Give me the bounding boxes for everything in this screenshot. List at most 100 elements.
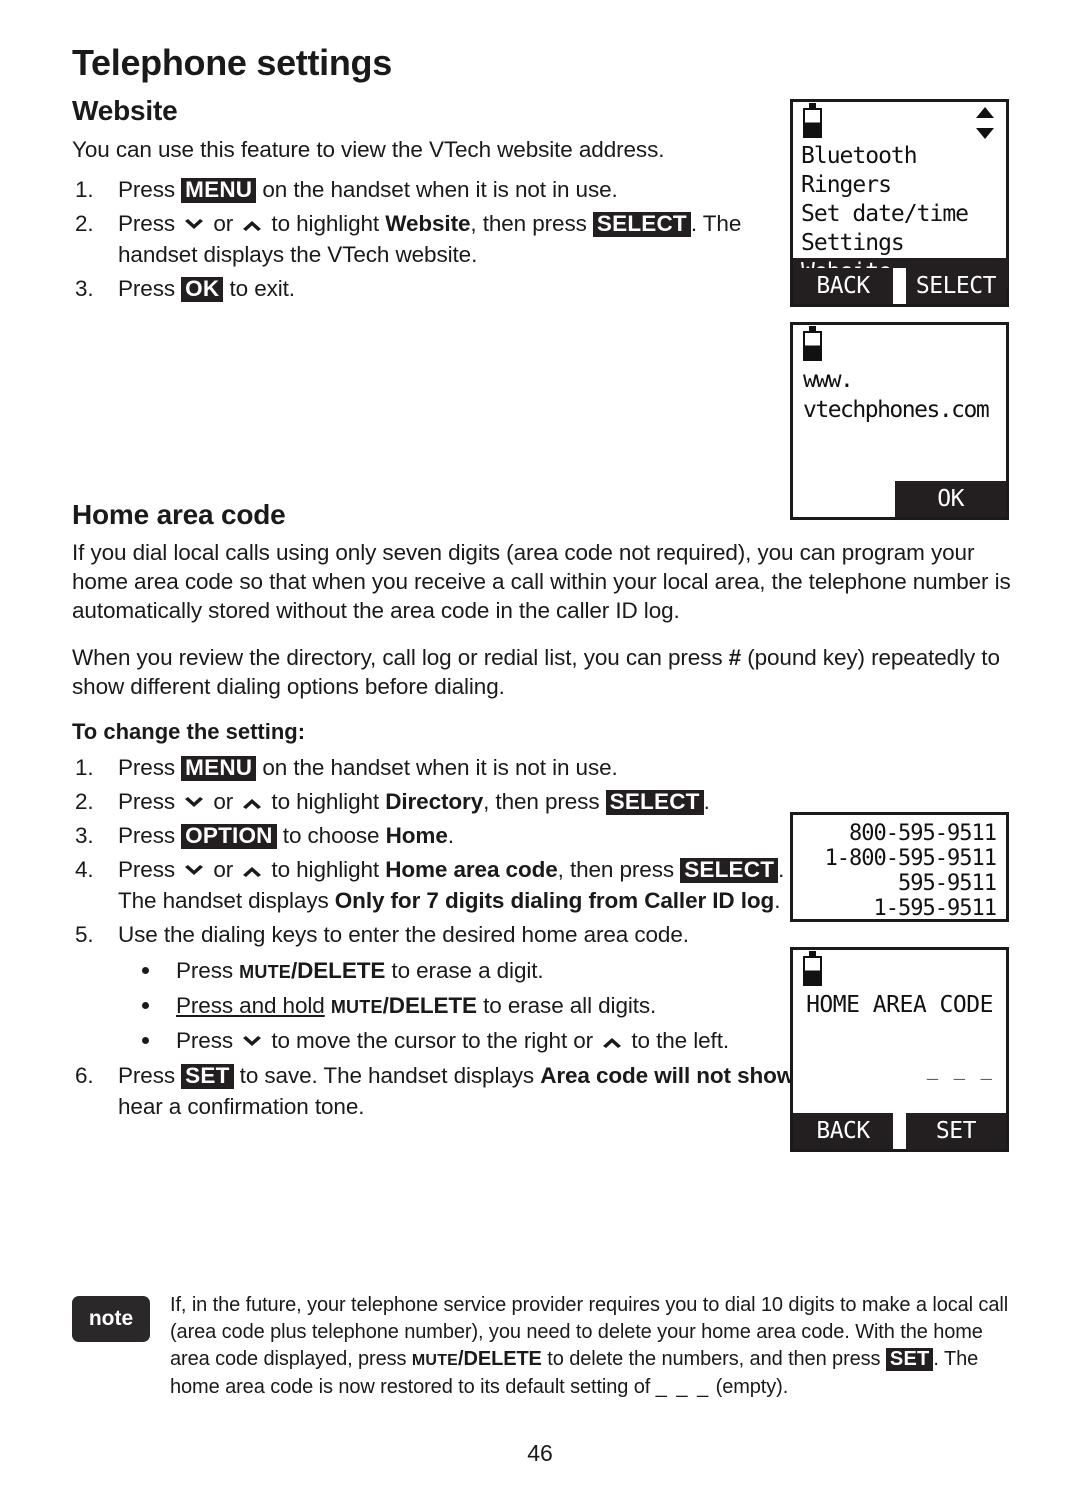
step-text-post: . xyxy=(703,788,710,814)
select-key-badge[interactable]: SELECT xyxy=(680,857,779,884)
step-text-then: , then press xyxy=(557,856,681,882)
website-steps-list: 1. Press MENU on the handset when it is n… xyxy=(72,174,752,304)
handset-home-area-code-screen: HOME AREA CODE _ _ _ BACK SET xyxy=(790,947,1009,1152)
step-text-or: or xyxy=(207,788,240,814)
step-text: Use the dialing keys to enter the desire… xyxy=(118,921,689,947)
hac-step-2: 2. Press or to highlight Directory, then … xyxy=(72,786,758,817)
handset-dialing-options-screen: 800-595-9511 1-800-595-9511 595-9511 1-5… xyxy=(790,812,1009,922)
lcd-home-area-code-title: HOME AREA CODE xyxy=(806,992,993,1018)
bullet-move-cursor: Press to move the cursor to the right or… xyxy=(118,1024,866,1057)
press-and-hold-label: Press and hold xyxy=(176,992,325,1018)
select-key-badge[interactable]: SELECT xyxy=(592,211,691,238)
dial-option-4: 1-595-9511 xyxy=(873,896,997,921)
note-line-5-post: (empty). xyxy=(710,1376,789,1398)
softkey-ok[interactable]: OK xyxy=(895,481,1006,517)
chevron-up-icon xyxy=(601,1035,623,1049)
home-area-code-paragraph-1: If you dial local calls using only seven… xyxy=(72,540,1011,624)
step-number: 6. xyxy=(75,1062,94,1088)
step-text-then: , then press xyxy=(470,210,593,236)
option-key-badge[interactable]: OPTION xyxy=(181,823,277,850)
dial-option-3: 595-9511 xyxy=(898,871,997,896)
softkey-divider xyxy=(893,1113,906,1149)
menu-key-badge[interactable]: MENU xyxy=(181,755,257,782)
step-text-post: . xyxy=(774,887,781,913)
bullet-dot-icon xyxy=(142,966,149,974)
battery-half-icon xyxy=(803,103,822,138)
mute-key-label[interactable]: MUTE xyxy=(331,997,383,1017)
step-text-highlight: to highlight xyxy=(265,856,386,882)
step-text-highlight: to highlight xyxy=(265,788,386,814)
softkey-set[interactable]: SET xyxy=(905,1113,1006,1149)
handset-website-screen: www. vtechphones.com OK xyxy=(790,322,1009,520)
softkey-back[interactable]: BACK xyxy=(793,1113,894,1149)
step-number: 5. xyxy=(75,921,94,947)
ok-key-badge[interactable]: OK xyxy=(181,276,224,303)
mute-key-label[interactable]: MUTE xyxy=(239,962,291,982)
home-area-code-paragraph-2: When you review the directory, call log … xyxy=(72,643,1012,701)
step-number: 4. xyxy=(75,856,94,882)
handset-message-only-for-7-digits: Only for 7 digits dialing from Caller ID… xyxy=(334,887,775,913)
scroll-up-down-icon xyxy=(976,107,994,139)
step-text-post: . xyxy=(447,822,454,848)
battery-half-icon xyxy=(803,326,822,361)
chevron-up-icon xyxy=(241,796,263,810)
step-text-mid: to save. The handset displays xyxy=(233,1062,541,1088)
bullet-erase-all-digits: Press and hold MUTE/DELETE to erase all … xyxy=(118,989,816,1024)
step-number: 1. xyxy=(75,176,94,202)
pound-key-symbol: # xyxy=(728,645,742,671)
menu-key-badge[interactable]: MENU xyxy=(181,177,257,204)
lcd-status-bar xyxy=(793,102,1006,142)
website-step-2: 2. Press or to highlight Website, then pr… xyxy=(72,208,752,270)
hac-step-1: 1. Press MENU on the handset when it is n… xyxy=(72,752,798,783)
dial-option-1: 800-595-9511 xyxy=(849,821,997,846)
note-callout: note If, in the future, your telephone s… xyxy=(72,1292,1012,1401)
bullet-dot-icon xyxy=(142,1001,149,1009)
note-body-text: If, in the future, your telephone servic… xyxy=(170,1292,1012,1401)
delete-key-label[interactable]: /DELETE xyxy=(291,958,385,983)
chevron-up-icon xyxy=(241,864,263,878)
step-text-pre: Press xyxy=(118,856,182,882)
step-number: 2. xyxy=(75,788,94,814)
chevron-down-icon xyxy=(183,864,205,878)
website-step-3: 3. Press OK to exit. xyxy=(72,273,752,304)
set-key-badge[interactable]: SET xyxy=(885,1348,934,1371)
chevron-up-icon xyxy=(241,218,263,232)
step-text-post: to exit. xyxy=(223,275,295,301)
lcd-menu-list: Bluetooth Ringers Set date/time Settings… xyxy=(793,142,1008,287)
lcd-menu-item-ringers[interactable]: Ringers xyxy=(801,171,1006,200)
step-text-pre: Press xyxy=(118,176,182,202)
step-text-pre: Press xyxy=(118,788,182,814)
softkey-back[interactable]: BACK xyxy=(793,268,894,304)
lcd-home-area-code-entry-field[interactable]: _ _ _ xyxy=(927,1058,994,1080)
chapter-title: Telephone settings xyxy=(72,42,392,83)
handset-menu-screen: Bluetooth Ringers Set date/time Settings… xyxy=(790,99,1009,307)
highlight-target-home-area-code: Home area code xyxy=(385,856,558,882)
step-text-pre: Press xyxy=(118,210,182,236)
bullet-text-mid: to move the cursor to the right or xyxy=(265,1027,600,1053)
lcd-menu-item-bluetooth[interactable]: Bluetooth xyxy=(801,142,1006,171)
step-text-post: on the handset when it is not in use. xyxy=(256,754,618,780)
softkey-select[interactable]: SELECT xyxy=(905,268,1006,304)
scroll-down-arrow-icon xyxy=(976,128,994,139)
lcd-website-url-line1: www. xyxy=(803,367,854,393)
delete-key-label[interactable]: /DELETE xyxy=(383,993,477,1018)
lcd-menu-item-settings[interactable]: Settings xyxy=(801,229,1006,258)
mute-key-label[interactable]: MUTE xyxy=(412,1352,458,1369)
bullet-text-post: to the left. xyxy=(625,1027,729,1053)
set-key-badge[interactable]: SET xyxy=(181,1063,234,1090)
step-text-mid: to choose xyxy=(276,822,386,848)
step-text-pre: Press xyxy=(118,754,182,780)
lcd-inner: 800-595-9511 1-800-595-9511 595-9511 1-5… xyxy=(793,821,1006,921)
empty-area-code-placeholder: _ _ _ xyxy=(655,1376,711,1398)
lcd-inner: www. vtechphones.com OK xyxy=(793,325,1006,517)
website-intro-paragraph: You can use this feature to view the VTe… xyxy=(72,136,665,162)
page-number: 46 xyxy=(527,1440,553,1466)
softkey-empty-area xyxy=(793,481,896,517)
home-area-code-bullet-list: Press MUTE/DELETE to erase a digit. Pres… xyxy=(118,954,808,1057)
lcd-menu-item-set-date-time[interactable]: Set date/time xyxy=(801,200,1006,229)
select-key-badge[interactable]: SELECT xyxy=(605,789,704,816)
step-text-highlight: to highlight xyxy=(265,210,386,236)
delete-key-label[interactable]: /DELETE xyxy=(458,1348,542,1370)
scroll-up-arrow-icon xyxy=(976,107,994,118)
softkey-divider xyxy=(893,268,906,304)
